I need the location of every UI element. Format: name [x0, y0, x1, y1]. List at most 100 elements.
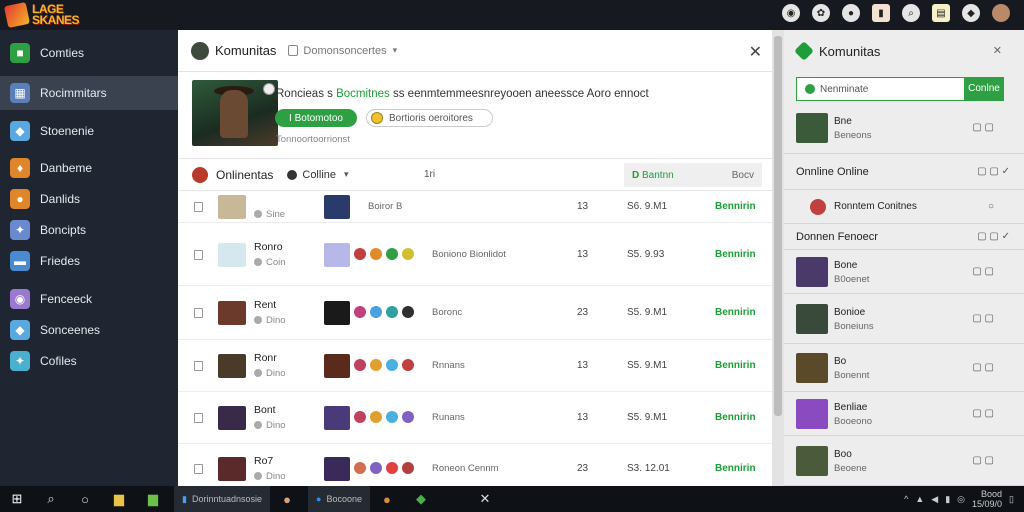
row-game-image	[324, 406, 350, 430]
list-item[interactable]: Ronntem Conitnes ○	[784, 190, 1024, 224]
list-item-sub: Boneiuns	[834, 321, 874, 332]
table-row[interactable]: Rent Dino Boronc 23 S5. 9.M1 Bennirin	[178, 286, 772, 340]
chevron-down-icon[interactable]: ▾	[393, 45, 398, 56]
row-checkbox[interactable]	[194, 250, 203, 260]
gem-icon: ◆	[10, 320, 30, 340]
right-title: Komunitas	[819, 43, 881, 59]
section-header: Donnen Fenoecr ▢ ▢ ✓	[784, 224, 1024, 250]
list-item[interactable]: Bo Bonennt ▢ ▢	[784, 344, 1024, 392]
chart-icon[interactable]: ▤	[932, 4, 950, 22]
right-search-input[interactable]: Nenminate Conlne	[796, 76, 1004, 101]
taskbar-app-2[interactable]: ● Bocoone	[308, 486, 370, 512]
sidebar-item[interactable]: ▦ Rocimmitars	[0, 76, 178, 110]
table-row[interactable]: Ronr Dino Rnnans 13 S5. 9.M1 Bennirin	[178, 340, 772, 392]
close-icon[interactable]: ✕	[749, 42, 762, 62]
list-item-actions[interactable]: ○	[988, 201, 994, 212]
flag-icon[interactable]: ▮	[872, 4, 890, 22]
close-icon[interactable]: ✕	[993, 44, 1002, 57]
filter-search[interactable]: D Bantnn Bocv	[624, 163, 762, 187]
table-row[interactable]: Ro7 Dino Roneon Cennm 23 S3. 12.01 Bennirin	[178, 444, 772, 486]
scrollbar-thumb[interactable]	[774, 36, 782, 416]
list-item-name: Boo	[834, 449, 852, 460]
table-row[interactable]: Sine Boiror B 13 S6. 9.M1 Bennirin	[178, 191, 772, 223]
volume-icon[interactable]: ◀	[931, 494, 938, 505]
table-row[interactable]: Ronro Coin Boniono Bionlidot 13 S5. 9.93 Benn…	[178, 223, 772, 286]
chevron-up-icon[interactable]: ^	[904, 494, 908, 504]
app-logo[interactable]: LAGE SKANES	[3, 1, 98, 29]
circle-icon: ◉	[10, 289, 30, 309]
row-avatar	[218, 354, 246, 378]
battery-icon[interactable]: ▮	[945, 494, 950, 505]
bell-icon[interactable]: ◆	[962, 4, 980, 22]
sidebar-item[interactable]: ◉ Fenceeck	[0, 282, 178, 316]
shield-icon[interactable]: ◆	[404, 486, 438, 512]
table-row[interactable]: Bont Dino Runans 13 S5. 9.M1 Bennirin	[178, 392, 772, 444]
flower-icon[interactable]: ✿	[812, 4, 830, 22]
list-item-actions[interactable]: ▢ ▢	[972, 266, 994, 277]
wifi-icon[interactable]: ◎	[957, 494, 965, 505]
hero-image	[192, 80, 278, 146]
avatar-icon[interactable]: ●	[270, 486, 304, 512]
sidebar-item[interactable]: ▬ Friedes	[0, 244, 178, 278]
store-icon[interactable]: ▆	[136, 486, 170, 512]
filter-dropdown[interactable]: Colline	[302, 169, 336, 181]
scrollbar[interactable]	[772, 30, 784, 486]
row-status: Coin	[254, 257, 286, 268]
folder-icon[interactable]: ▆	[102, 486, 136, 512]
list-item-actions[interactable]: ▢ ▢	[972, 313, 994, 324]
list-item-actions[interactable]: ▢ ▢	[972, 122, 994, 133]
notification-icon[interactable]: ▯	[1009, 494, 1014, 505]
close-icon[interactable]: ✕	[468, 486, 502, 512]
system-tray: ^ ▲ ◀ ▮ ◎ Bood 15/09/0 ▯	[904, 489, 1014, 509]
network-icon[interactable]: ▲	[915, 494, 924, 504]
secondary-button[interactable]: Bortioris oeroitores	[366, 109, 493, 127]
star-icon: ✦	[10, 220, 30, 240]
game-icon[interactable]: ●	[370, 486, 404, 512]
row-checkbox[interactable]	[194, 464, 203, 474]
list-item[interactable]: Bne Beneons ▢ ▢	[784, 102, 1024, 154]
panel-subtitle[interactable]: Domonsoncertes	[303, 45, 386, 57]
list-item-actions[interactable]: ▢ ▢	[972, 408, 994, 419]
row-action[interactable]: Bennirin	[715, 249, 756, 260]
sidebar-item[interactable]: ✦ Cofiles	[0, 344, 178, 378]
row-action[interactable]: Bennirin	[715, 412, 756, 423]
search-button[interactable]: Conlne	[964, 76, 1004, 101]
taskbar-app-1[interactable]: ▮ Dorinntuadnsosie	[174, 486, 270, 512]
ball-icon[interactable]: ●	[842, 4, 860, 22]
list-item[interactable]: Boo Beoene ▢ ▢	[784, 436, 1024, 486]
search-icon[interactable]: ⌕	[902, 4, 920, 22]
sidebar-item[interactable]: ◆ Sonceenes	[0, 313, 178, 347]
row-checkbox[interactable]	[194, 202, 203, 212]
section-actions[interactable]: ▢ ▢ ✓	[977, 166, 1010, 177]
row-action[interactable]: Bennirin	[715, 360, 756, 371]
clock[interactable]: Bood 15/09/0	[972, 489, 1002, 509]
sidebar-item[interactable]: ♦ Danbeme	[0, 151, 178, 185]
chevron-down-icon[interactable]: ▾	[344, 169, 349, 180]
row-checkbox[interactable]	[194, 413, 203, 423]
avatar[interactable]	[992, 4, 1010, 22]
row-status: Dino	[254, 368, 286, 379]
row-action[interactable]: Bennirin	[715, 201, 756, 212]
task-view-icon[interactable]: ○	[68, 486, 102, 512]
list-item-name: Benliae	[834, 402, 868, 413]
globe-icon[interactable]: ◉	[782, 4, 800, 22]
list-item[interactable]: Benliae Booeono ▢ ▢	[784, 392, 1024, 436]
sidebar-item[interactable]: ✦ Boncipts	[0, 213, 178, 247]
sidebar-item[interactable]: ◆ Stoenenie	[0, 114, 178, 148]
row-action[interactable]: Bennirin	[715, 307, 756, 318]
gem-icon	[354, 248, 366, 260]
row-action[interactable]: Bennirin	[715, 463, 756, 474]
windows-start-icon[interactable]: ⊞	[0, 486, 34, 512]
sidebar-item[interactable]: ■ Comties	[0, 36, 178, 70]
list-item[interactable]: Bone B0oenet ▢ ▢	[784, 250, 1024, 294]
search-icon[interactable]: ⌕	[34, 486, 68, 512]
row-checkbox[interactable]	[194, 308, 203, 318]
list-item-sub: Bonennt	[834, 370, 870, 381]
section-actions[interactable]: ▢ ▢ ✓	[977, 231, 1010, 242]
sidebar-item[interactable]: ● Danlids	[0, 182, 178, 216]
row-checkbox[interactable]	[194, 361, 203, 371]
list-item-actions[interactable]: ▢ ▢	[972, 455, 994, 466]
list-item-actions[interactable]: ▢ ▢	[972, 362, 994, 373]
join-button[interactable]: I Botomotoo	[275, 109, 357, 127]
list-item[interactable]: Bonioe Boneiuns ▢ ▢	[784, 294, 1024, 344]
